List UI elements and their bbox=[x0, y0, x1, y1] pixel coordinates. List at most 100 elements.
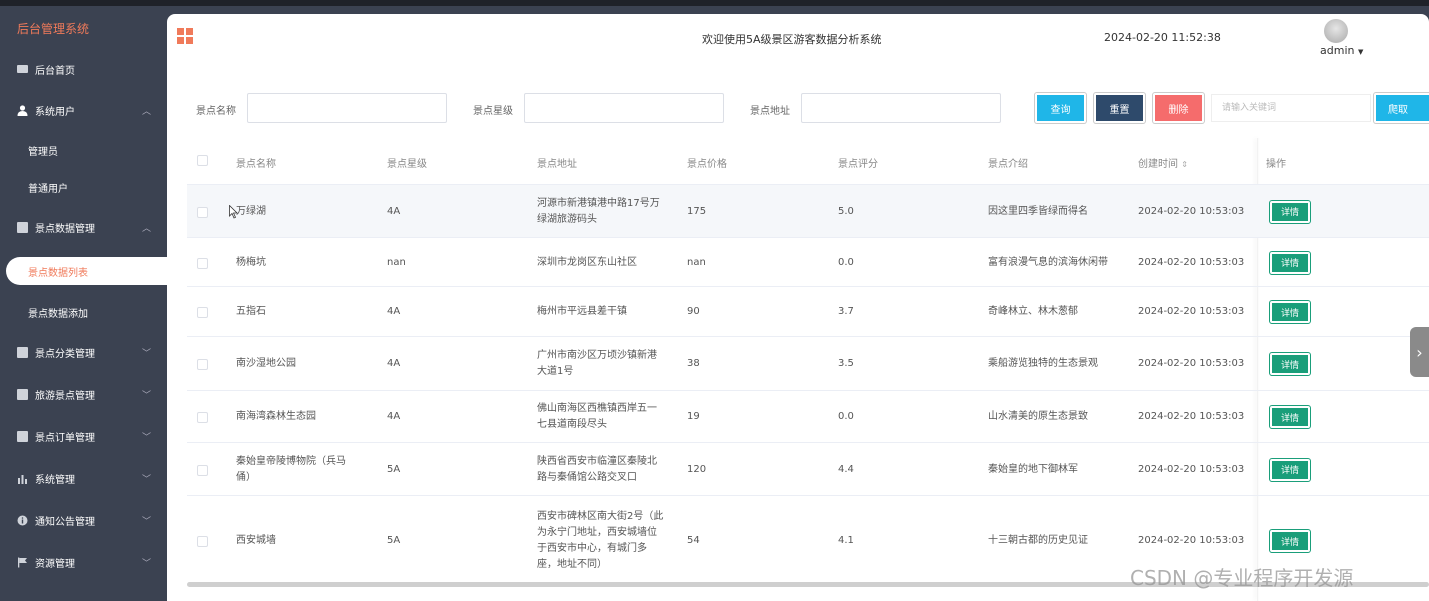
cell-score: 3.7 bbox=[838, 306, 854, 317]
cell-intro: 因这里四季皆绿而得名 bbox=[988, 205, 1088, 217]
name-filter-label: 景点名称 bbox=[196, 106, 236, 117]
delete-button[interactable]: 删除 bbox=[1153, 93, 1204, 123]
level-filter-input[interactable] bbox=[524, 93, 724, 123]
cell-name: 万绿湖 bbox=[236, 205, 266, 217]
address-filter-label: 景点地址 bbox=[750, 106, 790, 117]
column-header: 操作 bbox=[1266, 159, 1286, 170]
sidebar-item-notices[interactable]: 通知公告管理 ﹀ bbox=[0, 502, 167, 538]
row-checkbox[interactable] bbox=[197, 359, 208, 370]
detail-button[interactable]: 详情 bbox=[1270, 301, 1310, 323]
sidebar-item-system[interactable]: 系统管理 ﹀ bbox=[0, 460, 167, 496]
column-header: 景点介绍 bbox=[988, 159, 1028, 170]
column-header: 景点名称 bbox=[236, 159, 276, 170]
cell-address: 西安市碑林区南大街2号（此 为永宁门地址，西安城墙位 于西安市中心，有城门多 座，地址… bbox=[537, 511, 664, 570]
sidebar-item-spot-list[interactable]: 景点数据列表 bbox=[6, 257, 167, 285]
sidebar-item-label: 系统用户 bbox=[35, 106, 75, 118]
info-icon bbox=[17, 515, 28, 526]
table-row[interactable]: 五指石 4A 梅州市平远县差干镇 90 3.7 奇峰林立、林木葱郁 2024-02-20 1… bbox=[187, 286, 1429, 336]
sidebar-item-spot-add[interactable]: 景点数据添加 bbox=[0, 294, 167, 330]
sidebar-item-system-users[interactable]: 系统用户 ︿ bbox=[0, 92, 167, 128]
detail-button[interactable]: 详情 bbox=[1270, 458, 1310, 481]
query-button[interactable]: 查询 bbox=[1035, 93, 1086, 123]
cell-name: 秦始皇帝陵博物院（兵马 俑） bbox=[236, 455, 346, 483]
cell-address: 深圳市龙岗区东山社区 bbox=[537, 256, 637, 268]
level-filter-label: 景点星级 bbox=[473, 106, 513, 117]
sidebar-item-label: 景点数据管理 bbox=[35, 223, 95, 235]
row-checkbox[interactable] bbox=[197, 307, 208, 318]
reset-button[interactable]: 重置 bbox=[1094, 93, 1145, 123]
detail-button[interactable]: 详情 bbox=[1270, 353, 1310, 375]
chevron-down-icon: ﹀ bbox=[141, 474, 151, 485]
sidebar-item-spot-category[interactable]: 景点分类管理 ﹀ bbox=[0, 334, 167, 370]
cell-score: 4.1 bbox=[838, 535, 854, 546]
cell-name: 西安城墙 bbox=[236, 535, 276, 546]
row-checkbox[interactable] bbox=[197, 206, 208, 218]
sidebar-item-label: 景点数据列表 bbox=[28, 267, 88, 279]
row-checkbox[interactable] bbox=[197, 257, 208, 269]
sidebar-item-spot-data[interactable]: 景点数据管理 ︿ bbox=[0, 209, 167, 245]
chevron-down-icon: ﹀ bbox=[141, 390, 151, 401]
cell-level: 4A bbox=[387, 205, 401, 217]
cell-level: 5A bbox=[387, 535, 401, 546]
user-icon bbox=[17, 104, 28, 116]
user-menu[interactable]: admin ▼ bbox=[1320, 44, 1363, 57]
cell-score: 0.0 bbox=[838, 411, 854, 422]
cell-score: 4.4 bbox=[838, 463, 854, 475]
detail-button[interactable]: 详情 bbox=[1270, 251, 1310, 274]
column-header: 景点星级 bbox=[387, 159, 427, 170]
user-name: admin bbox=[1320, 44, 1355, 57]
sidebar-item-label: 旅游景点管理 bbox=[35, 390, 95, 402]
cell-name: 五指石 bbox=[236, 306, 266, 317]
sidebar-item-orders[interactable]: 景点订单管理 ﹀ bbox=[0, 418, 167, 454]
sidebar-item-label: 景点数据添加 bbox=[28, 308, 88, 320]
bar-chart-icon bbox=[17, 473, 28, 484]
cell-intro: 山水清美的原生态景致 bbox=[988, 411, 1088, 422]
brand-title: 后台管理系统 bbox=[17, 22, 90, 36]
cell-price: nan bbox=[687, 256, 706, 268]
cell-name: 杨梅坑 bbox=[236, 256, 266, 268]
cell-score: 0.0 bbox=[838, 256, 854, 268]
chevron-down-icon: ﹀ bbox=[141, 348, 151, 359]
name-filter-input[interactable] bbox=[247, 93, 447, 123]
edit-icon bbox=[17, 221, 28, 233]
cell-address: 佛山南海区西樵镇西岸五一 七县道南段尽头 bbox=[537, 403, 657, 430]
row-checkbox[interactable] bbox=[197, 412, 208, 423]
detail-button[interactable]: 详情 bbox=[1270, 530, 1310, 552]
cell-level: 4A bbox=[387, 358, 401, 369]
sidebar-item-admin[interactable]: 管理员 bbox=[0, 132, 167, 168]
sidebar-item-label: 系统管理 bbox=[35, 474, 75, 486]
row-checkbox[interactable] bbox=[197, 464, 208, 476]
column-header: 景点评分 bbox=[838, 159, 878, 170]
sidebar-item-normal-users[interactable]: 普通用户 bbox=[0, 169, 167, 205]
monitor-icon bbox=[17, 65, 28, 73]
keyword-input[interactable]: 请输入关键词 bbox=[1211, 94, 1371, 122]
expand-side-tab[interactable]: › bbox=[1410, 327, 1429, 377]
detail-button[interactable]: 详情 bbox=[1270, 406, 1310, 428]
chevron-down-icon: ﹀ bbox=[141, 558, 151, 569]
sidebar-item-resources[interactable]: 资源管理 ﹀ bbox=[0, 544, 167, 580]
table-row[interactable]: 秦始皇帝陵博物院（兵马 俑） 5A 陕西省西安市临潼区秦陵北 路与秦俑馆公路交叉口 120… bbox=[187, 442, 1429, 495]
cell-price: 54 bbox=[687, 535, 700, 546]
column-header: 景点价格 bbox=[687, 159, 727, 170]
cell-price: 90 bbox=[687, 306, 700, 317]
table-row[interactable]: 南海湾森林生态园 4A 佛山南海区西樵镇西岸五一 七县道南段尽头 19 0.0 山水清美的原… bbox=[187, 390, 1429, 442]
select-all-checkbox[interactable] bbox=[197, 155, 208, 166]
detail-button[interactable]: 详情 bbox=[1270, 200, 1310, 223]
row-checkbox[interactable] bbox=[197, 536, 208, 547]
crawl-button[interactable]: 爬取 bbox=[1374, 93, 1429, 123]
top-strip bbox=[0, 0, 1429, 6]
cell-created: 2024-02-20 10:53:03 bbox=[1138, 535, 1245, 546]
address-filter-input[interactable] bbox=[801, 93, 1001, 123]
chevron-up-icon: ︿ bbox=[141, 223, 151, 234]
table-row[interactable]: 万绿湖 4A 河源市新港镇港中路17号万 绿湖旅游码头 175 5.0 因这里四季皆绿而得名… bbox=[187, 184, 1429, 237]
edit-icon bbox=[17, 430, 28, 442]
cell-address: 梅州市平远县差干镇 bbox=[537, 306, 627, 317]
table-row[interactable]: 南沙湿地公园 4A 广州市南沙区万顷沙镇新港 大道1号 38 3.5 乘船游览独特的生态景观… bbox=[187, 336, 1429, 390]
menu-grid-icon[interactable] bbox=[177, 28, 193, 44]
chevron-down-icon: ﹀ bbox=[141, 432, 151, 443]
table-row[interactable]: 杨梅坑 nan 深圳市龙岗区东山社区 nan 0.0 富有浪漫气息的滨海休闲带 2024-0… bbox=[187, 237, 1429, 286]
sidebar-item-home[interactable]: 后台首页 bbox=[0, 51, 167, 87]
column-header-sortable[interactable]: 创建时间 ⇕ bbox=[1138, 155, 1188, 170]
sidebar-item-tour-spots[interactable]: 旅游景点管理 ﹀ bbox=[0, 376, 167, 412]
avatar[interactable] bbox=[1324, 19, 1348, 43]
